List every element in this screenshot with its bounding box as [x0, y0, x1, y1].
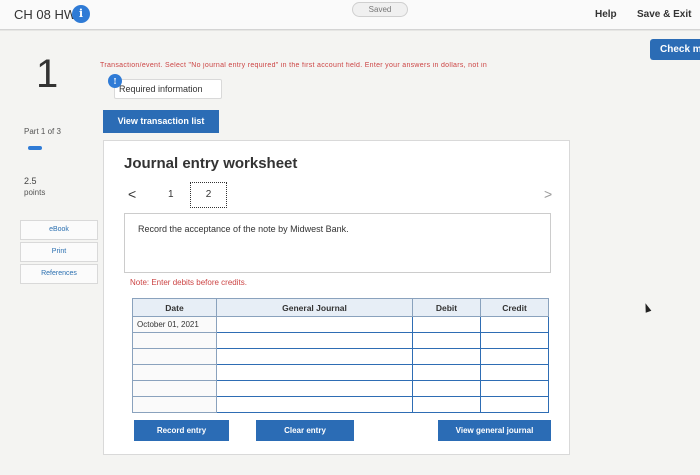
credit-input[interactable]: [480, 380, 549, 397]
help-link[interactable]: Help: [595, 9, 617, 20]
record-entry-button[interactable]: Record entry: [134, 420, 229, 441]
table-row: [132, 396, 549, 413]
worksheet-title: Journal entry worksheet: [124, 155, 298, 172]
table-row: October 01, 2021: [132, 316, 549, 333]
debit-input[interactable]: [412, 364, 481, 381]
points-value: 2.5: [24, 176, 37, 186]
check-my-work-button[interactable]: Check my work: [650, 39, 700, 60]
debit-input[interactable]: [412, 316, 481, 333]
credit-column-header: Credit: [480, 298, 549, 317]
journal-table: Date General Journal Debit Credit Octobe…: [132, 298, 549, 413]
assignment-title: CH 08 HW: [14, 7, 77, 22]
account-input[interactable]: [216, 396, 413, 413]
date-column-header: Date: [132, 298, 217, 317]
general-journal-column-header: General Journal: [216, 298, 413, 317]
references-link[interactable]: References: [20, 264, 98, 284]
date-cell: [132, 332, 217, 349]
transaction-description-box: [124, 213, 551, 273]
table-row: [132, 364, 549, 381]
view-general-journal-button[interactable]: View general journal: [438, 420, 551, 441]
credit-input[interactable]: [480, 364, 549, 381]
transaction-description: Record the acceptance of the note by Mid…: [138, 224, 349, 234]
points-label: points: [24, 188, 46, 197]
account-input[interactable]: [216, 380, 413, 397]
chevron-left-icon[interactable]: <: [128, 186, 136, 202]
account-input[interactable]: [216, 316, 413, 333]
save-exit-link[interactable]: Save & Exit: [637, 9, 691, 20]
part-progress-bar: [28, 146, 42, 150]
debit-input[interactable]: [412, 348, 481, 365]
worksheet-page-2[interactable]: 2: [190, 182, 227, 208]
chevron-right-icon[interactable]: >: [544, 186, 552, 202]
debit-input[interactable]: [412, 396, 481, 413]
account-input[interactable]: [216, 364, 413, 381]
ebook-link[interactable]: eBook: [20, 220, 98, 240]
debit-credit-note: Note: Enter debits before credits.: [130, 278, 247, 287]
required-information-label: Required information: [119, 84, 203, 94]
date-cell: October 01, 2021: [132, 316, 217, 333]
credit-input[interactable]: [480, 396, 549, 413]
instructions-text: Transaction/event. Select "No journal en…: [100, 62, 488, 69]
account-input[interactable]: [216, 348, 413, 365]
date-cell: [132, 348, 217, 365]
table-row: [132, 348, 549, 365]
credit-input[interactable]: [480, 332, 549, 349]
alert-icon: !: [108, 74, 122, 88]
debit-column-header: Debit: [412, 298, 481, 317]
worksheet-page-1[interactable]: 1: [168, 189, 174, 200]
credit-input[interactable]: [480, 348, 549, 365]
credit-input[interactable]: [480, 316, 549, 333]
part-label: Part 1 of 3: [24, 127, 61, 136]
debit-input[interactable]: [412, 380, 481, 397]
top-bar: CH 08 HW i Saved Help Save & Exit: [0, 0, 700, 30]
account-input[interactable]: [216, 332, 413, 349]
clear-entry-button[interactable]: Clear entry: [256, 420, 354, 441]
question-number: 1: [36, 52, 59, 96]
debit-input[interactable]: [412, 332, 481, 349]
info-icon[interactable]: i: [72, 5, 90, 23]
date-cell: [132, 380, 217, 397]
date-cell: [132, 396, 217, 413]
table-row: [132, 380, 549, 397]
journal-header-row: Date General Journal Debit Credit: [132, 298, 549, 317]
saved-status-badge: Saved: [352, 2, 408, 17]
view-transaction-list-button[interactable]: View transaction list: [103, 110, 219, 133]
print-link[interactable]: Print: [20, 242, 98, 262]
table-row: [132, 332, 549, 349]
required-information-tab[interactable]: Required information: [114, 79, 222, 99]
date-cell: [132, 364, 217, 381]
